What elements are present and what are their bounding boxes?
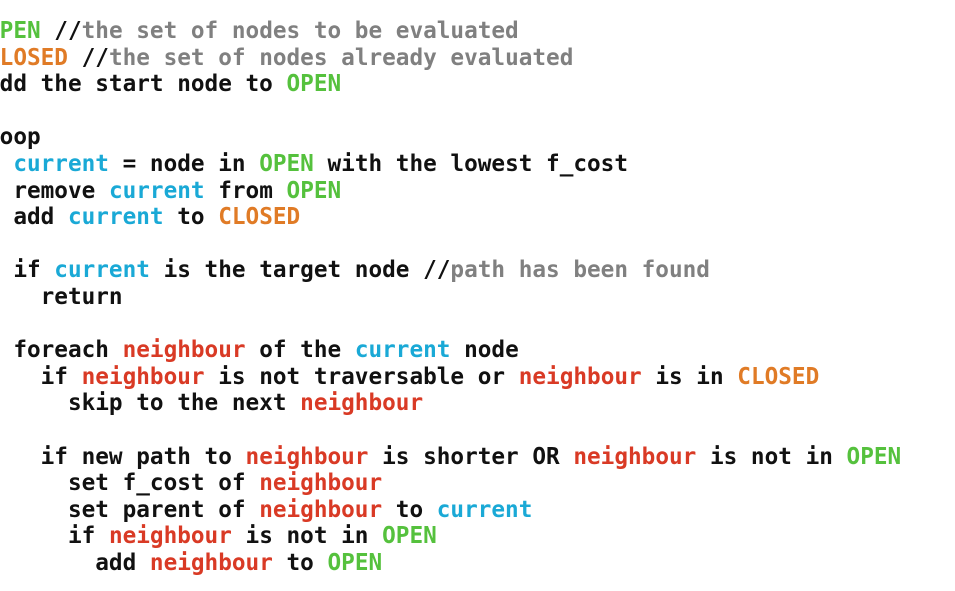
code-token-plain: set parent of [0,496,260,523]
code-line: remove current from OPEN [0,178,901,205]
code-token-plain: if [13,257,41,284]
code-token-plain: is not traversable or [204,363,519,390]
code-token-plain: if [40,363,68,390]
code-token-green: OPEN [259,150,314,177]
code-token-plain: is not in [231,523,383,550]
code-token-green: OPEN [286,177,342,204]
code-token-plain: set f_cost of [0,470,260,497]
code-token-plain: add [13,204,55,231]
code-line: set f_cost of neighbour [0,470,901,497]
code-token-red: neighbour [259,496,383,523]
code-token-plain: to [163,204,219,231]
code-token-plain: if new path to [0,443,246,470]
code-token-gray: path has been found [450,257,710,284]
code-token-green: OPEN [286,71,342,98]
code-line: add the start node to OPEN [0,71,901,98]
code-token-plain: from [204,177,287,204]
code-token-green: OPEN [846,443,902,470]
code-token-plain: add the start node to [0,71,287,98]
code-token-plain: node [450,337,519,364]
code-token-plain: foreach [13,337,109,364]
code-line: if neighbour is not in OPEN [0,523,901,550]
code-token-plain: to [382,496,437,523]
code-token-plain: if [67,523,96,550]
code-token-cyan: current [108,177,205,204]
code-token-green: OPEN [382,523,437,550]
code-line: OPEN //the set of nodes to be evaluated [0,18,901,45]
code-token-orange: CLOSED [737,363,820,390]
code-line: skip to the next neighbour [0,390,901,417]
code-line: add neighbour to OPEN [0,550,901,577]
code-token-red: neighbour [573,443,697,470]
code-token-plain: of the [245,337,355,364]
code-token-cyan: current [54,257,150,284]
code-line: return [0,284,901,311]
code-token-cyan: current [354,337,451,364]
code-token-plain: is not in [696,443,847,470]
code-token-gray: the set of nodes already evaluated [108,44,574,71]
code-token-plain: loop [0,124,41,151]
code-line: CLOSED //the set of nodes already evalua… [0,45,901,72]
code-token-plain: is the target node // [149,257,451,284]
code-token-plain: skip to the next [0,390,301,417]
pseudocode-block: OPEN //the set of nodes to be evaluatedC… [0,18,901,576]
code-token-orange: CLOSED [0,44,68,71]
code-token-plain: remove [13,177,96,204]
code-line: if current is the target node //path has… [0,257,901,284]
code-token-plain: with the lowest f_cost [313,150,629,177]
code-token-plain: // [67,44,109,71]
code-token-red: neighbour [108,523,232,550]
code-token-plain: return [40,283,123,310]
code-token-plain: is shorter OR [368,443,574,470]
code-line: add current to CLOSED [0,204,901,231]
code-token-plain: // [40,18,82,44]
code-token-gray: the set of nodes to be evaluated [81,18,519,44]
code-token-red: neighbour [518,363,642,390]
code-token-cyan: current [67,204,164,231]
code-token-red: neighbour [81,363,205,390]
code-line: if neighbour is not traversable or neigh… [0,364,901,391]
code-token-red: neighbour [122,337,246,364]
code-token-orange: CLOSED [218,204,301,231]
code-token-plain: add [0,549,150,576]
code-line: loop [0,124,901,151]
code-token-red: neighbour [245,443,369,470]
code-token-cyan: current [436,496,533,523]
code-token-green: OPEN [0,18,41,44]
code-line: foreach neighbour of the current node [0,337,901,364]
code-token-green: OPEN [327,549,383,576]
code-token-red: neighbour [300,390,424,417]
code-token-plain: is in [641,363,738,390]
code-token-plain: = node in [108,150,260,177]
code-token-plain: to [272,549,328,576]
code-line: if new path to neighbour is shorter OR n… [0,443,902,471]
code-token-red: neighbour [149,549,273,576]
code-line: set parent of neighbour to current [0,497,901,524]
code-token-cyan: current [13,150,109,177]
code-token-red: neighbour [259,470,383,497]
code-line: current = node in OPEN with the lowest f… [0,151,901,178]
